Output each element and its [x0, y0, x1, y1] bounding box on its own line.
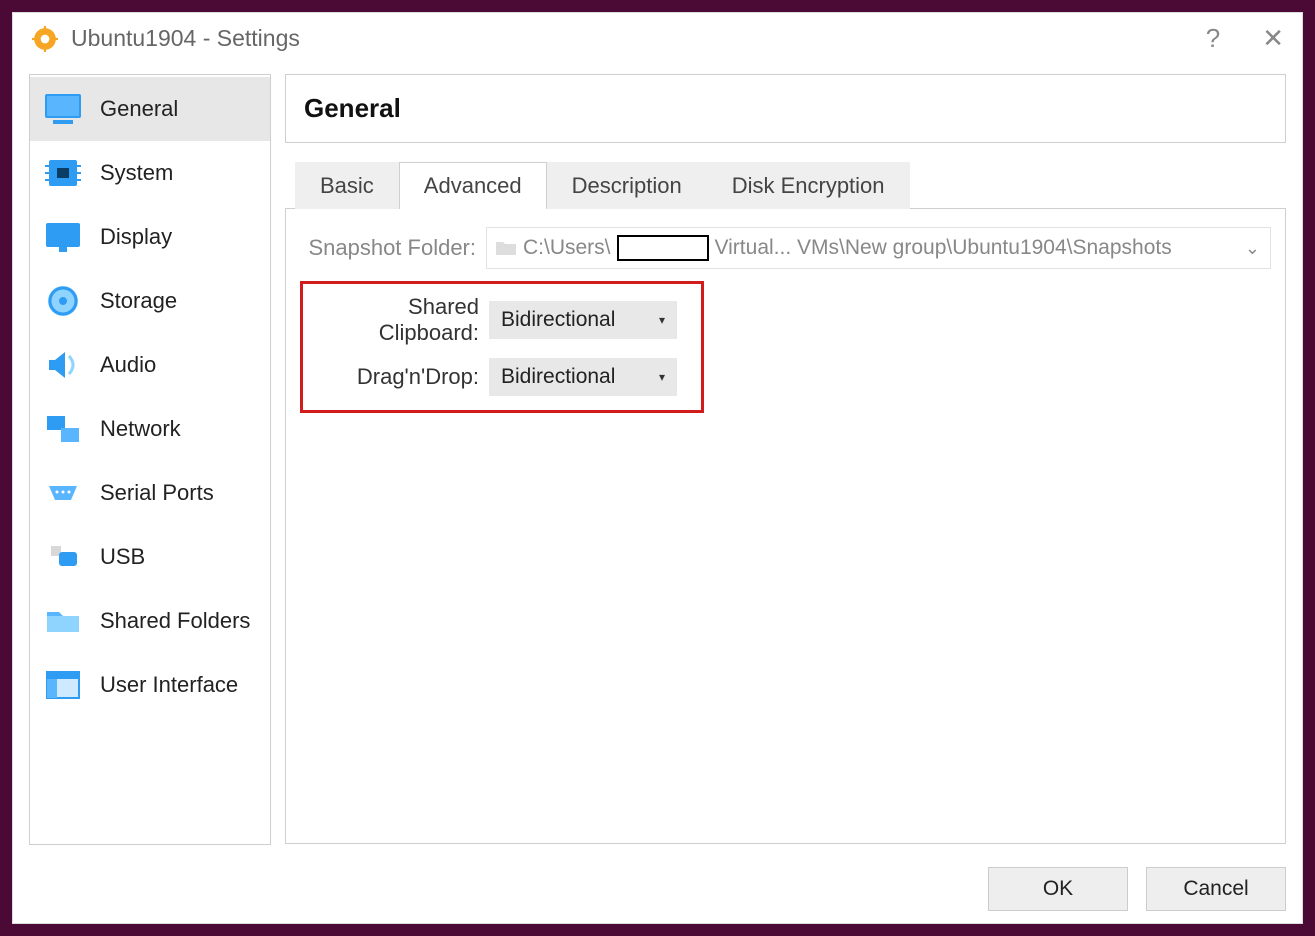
- caret-down-icon: ▾: [659, 313, 665, 327]
- snapshot-path-prefix: C:\Users\: [523, 236, 611, 260]
- shared-clipboard-value: Bidirectional: [501, 308, 615, 332]
- chip-icon: [42, 155, 84, 191]
- folder-small-icon: [495, 239, 517, 257]
- sidebar-item-label: Serial Ports: [100, 480, 214, 506]
- monitor-icon: [42, 91, 84, 127]
- cancel-button[interactable]: Cancel: [1146, 867, 1286, 911]
- tab-disk-encryption[interactable]: Disk Encryption: [707, 162, 910, 209]
- tab-description[interactable]: Description: [547, 162, 707, 209]
- sidebar-item-label: System: [100, 160, 173, 186]
- shared-clipboard-select[interactable]: Bidirectional ▾: [489, 301, 677, 339]
- sidebar-item-label: Display: [100, 224, 172, 250]
- folder-icon: [42, 603, 84, 639]
- body: General System Display Storage: [13, 74, 1302, 855]
- page-title: General: [285, 74, 1286, 143]
- sidebar-item-user-interface[interactable]: User Interface: [30, 653, 270, 717]
- sidebar-item-storage[interactable]: Storage: [30, 269, 270, 333]
- drag-n-drop-select[interactable]: Bidirectional ▾: [489, 358, 677, 396]
- sidebar-item-usb[interactable]: USB: [30, 525, 270, 589]
- sidebar-item-general[interactable]: General: [30, 77, 270, 141]
- help-icon[interactable]: ?: [1206, 23, 1220, 54]
- redacted-segment: [617, 235, 709, 261]
- sidebar-item-shared-folders[interactable]: Shared Folders: [30, 589, 270, 653]
- gear-icon: [31, 25, 59, 53]
- highlight-box: Shared Clipboard: Bidirectional ▾ Drag'n…: [300, 281, 704, 413]
- layout-icon: [42, 667, 84, 703]
- close-icon[interactable]: ✕: [1262, 23, 1284, 54]
- sidebar-item-label: General: [100, 96, 178, 122]
- snapshot-path-suffix: Virtual... VMs\New group\Ubuntu1904\Snap…: [715, 236, 1172, 260]
- tabs: Basic Advanced Description Disk Encrypti…: [285, 161, 1286, 208]
- usb-icon: [42, 539, 84, 575]
- sidebar: General System Display Storage: [29, 74, 271, 845]
- sidebar-item-serial-ports[interactable]: Serial Ports: [30, 461, 270, 525]
- shared-clipboard-row: Shared Clipboard: Bidirectional ▾: [303, 294, 693, 346]
- tab-body-advanced: Snapshot Folder: C:\Users\ Virtual... VM…: [285, 208, 1286, 844]
- caret-down-icon: ▾: [659, 370, 665, 384]
- sidebar-item-label: Shared Folders: [100, 608, 250, 634]
- sidebar-item-display[interactable]: Display: [30, 205, 270, 269]
- sidebar-item-network[interactable]: Network: [30, 397, 270, 461]
- snapshot-folder-row: Snapshot Folder: C:\Users\ Virtual... VM…: [300, 227, 1271, 269]
- tab-advanced[interactable]: Advanced: [399, 162, 547, 209]
- settings-window: Ubuntu1904 - Settings ? ✕ General System: [12, 12, 1303, 924]
- titlebar: Ubuntu1904 - Settings ? ✕: [13, 13, 1302, 74]
- chevron-down-icon[interactable]: ⌄: [1245, 238, 1260, 259]
- display-icon: [42, 219, 84, 255]
- tabs-container: Basic Advanced Description Disk Encrypti…: [285, 143, 1286, 845]
- drag-n-drop-value: Bidirectional: [501, 365, 615, 389]
- main-panel: General Basic Advanced Description Disk …: [285, 74, 1286, 845]
- ok-button[interactable]: OK: [988, 867, 1128, 911]
- snapshot-folder-label: Snapshot Folder:: [300, 235, 476, 261]
- snapshot-folder-field[interactable]: C:\Users\ Virtual... VMs\New group\Ubunt…: [486, 227, 1271, 269]
- sidebar-item-label: User Interface: [100, 672, 238, 698]
- port-icon: [42, 475, 84, 511]
- drag-n-drop-row: Drag'n'Drop: Bidirectional ▾: [303, 358, 693, 396]
- network-icon: [42, 411, 84, 447]
- sidebar-item-label: Network: [100, 416, 181, 442]
- sidebar-item-system[interactable]: System: [30, 141, 270, 205]
- sidebar-item-label: Audio: [100, 352, 156, 378]
- sidebar-item-label: USB: [100, 544, 145, 570]
- speaker-icon: [42, 347, 84, 383]
- drag-n-drop-label: Drag'n'Drop:: [303, 364, 479, 390]
- tab-basic[interactable]: Basic: [295, 162, 399, 209]
- shared-clipboard-label: Shared Clipboard:: [303, 294, 479, 346]
- sidebar-item-audio[interactable]: Audio: [30, 333, 270, 397]
- footer: OK Cancel: [13, 855, 1302, 923]
- disk-icon: [42, 283, 84, 319]
- window-title: Ubuntu1904 - Settings: [71, 25, 1194, 52]
- sidebar-item-label: Storage: [100, 288, 177, 314]
